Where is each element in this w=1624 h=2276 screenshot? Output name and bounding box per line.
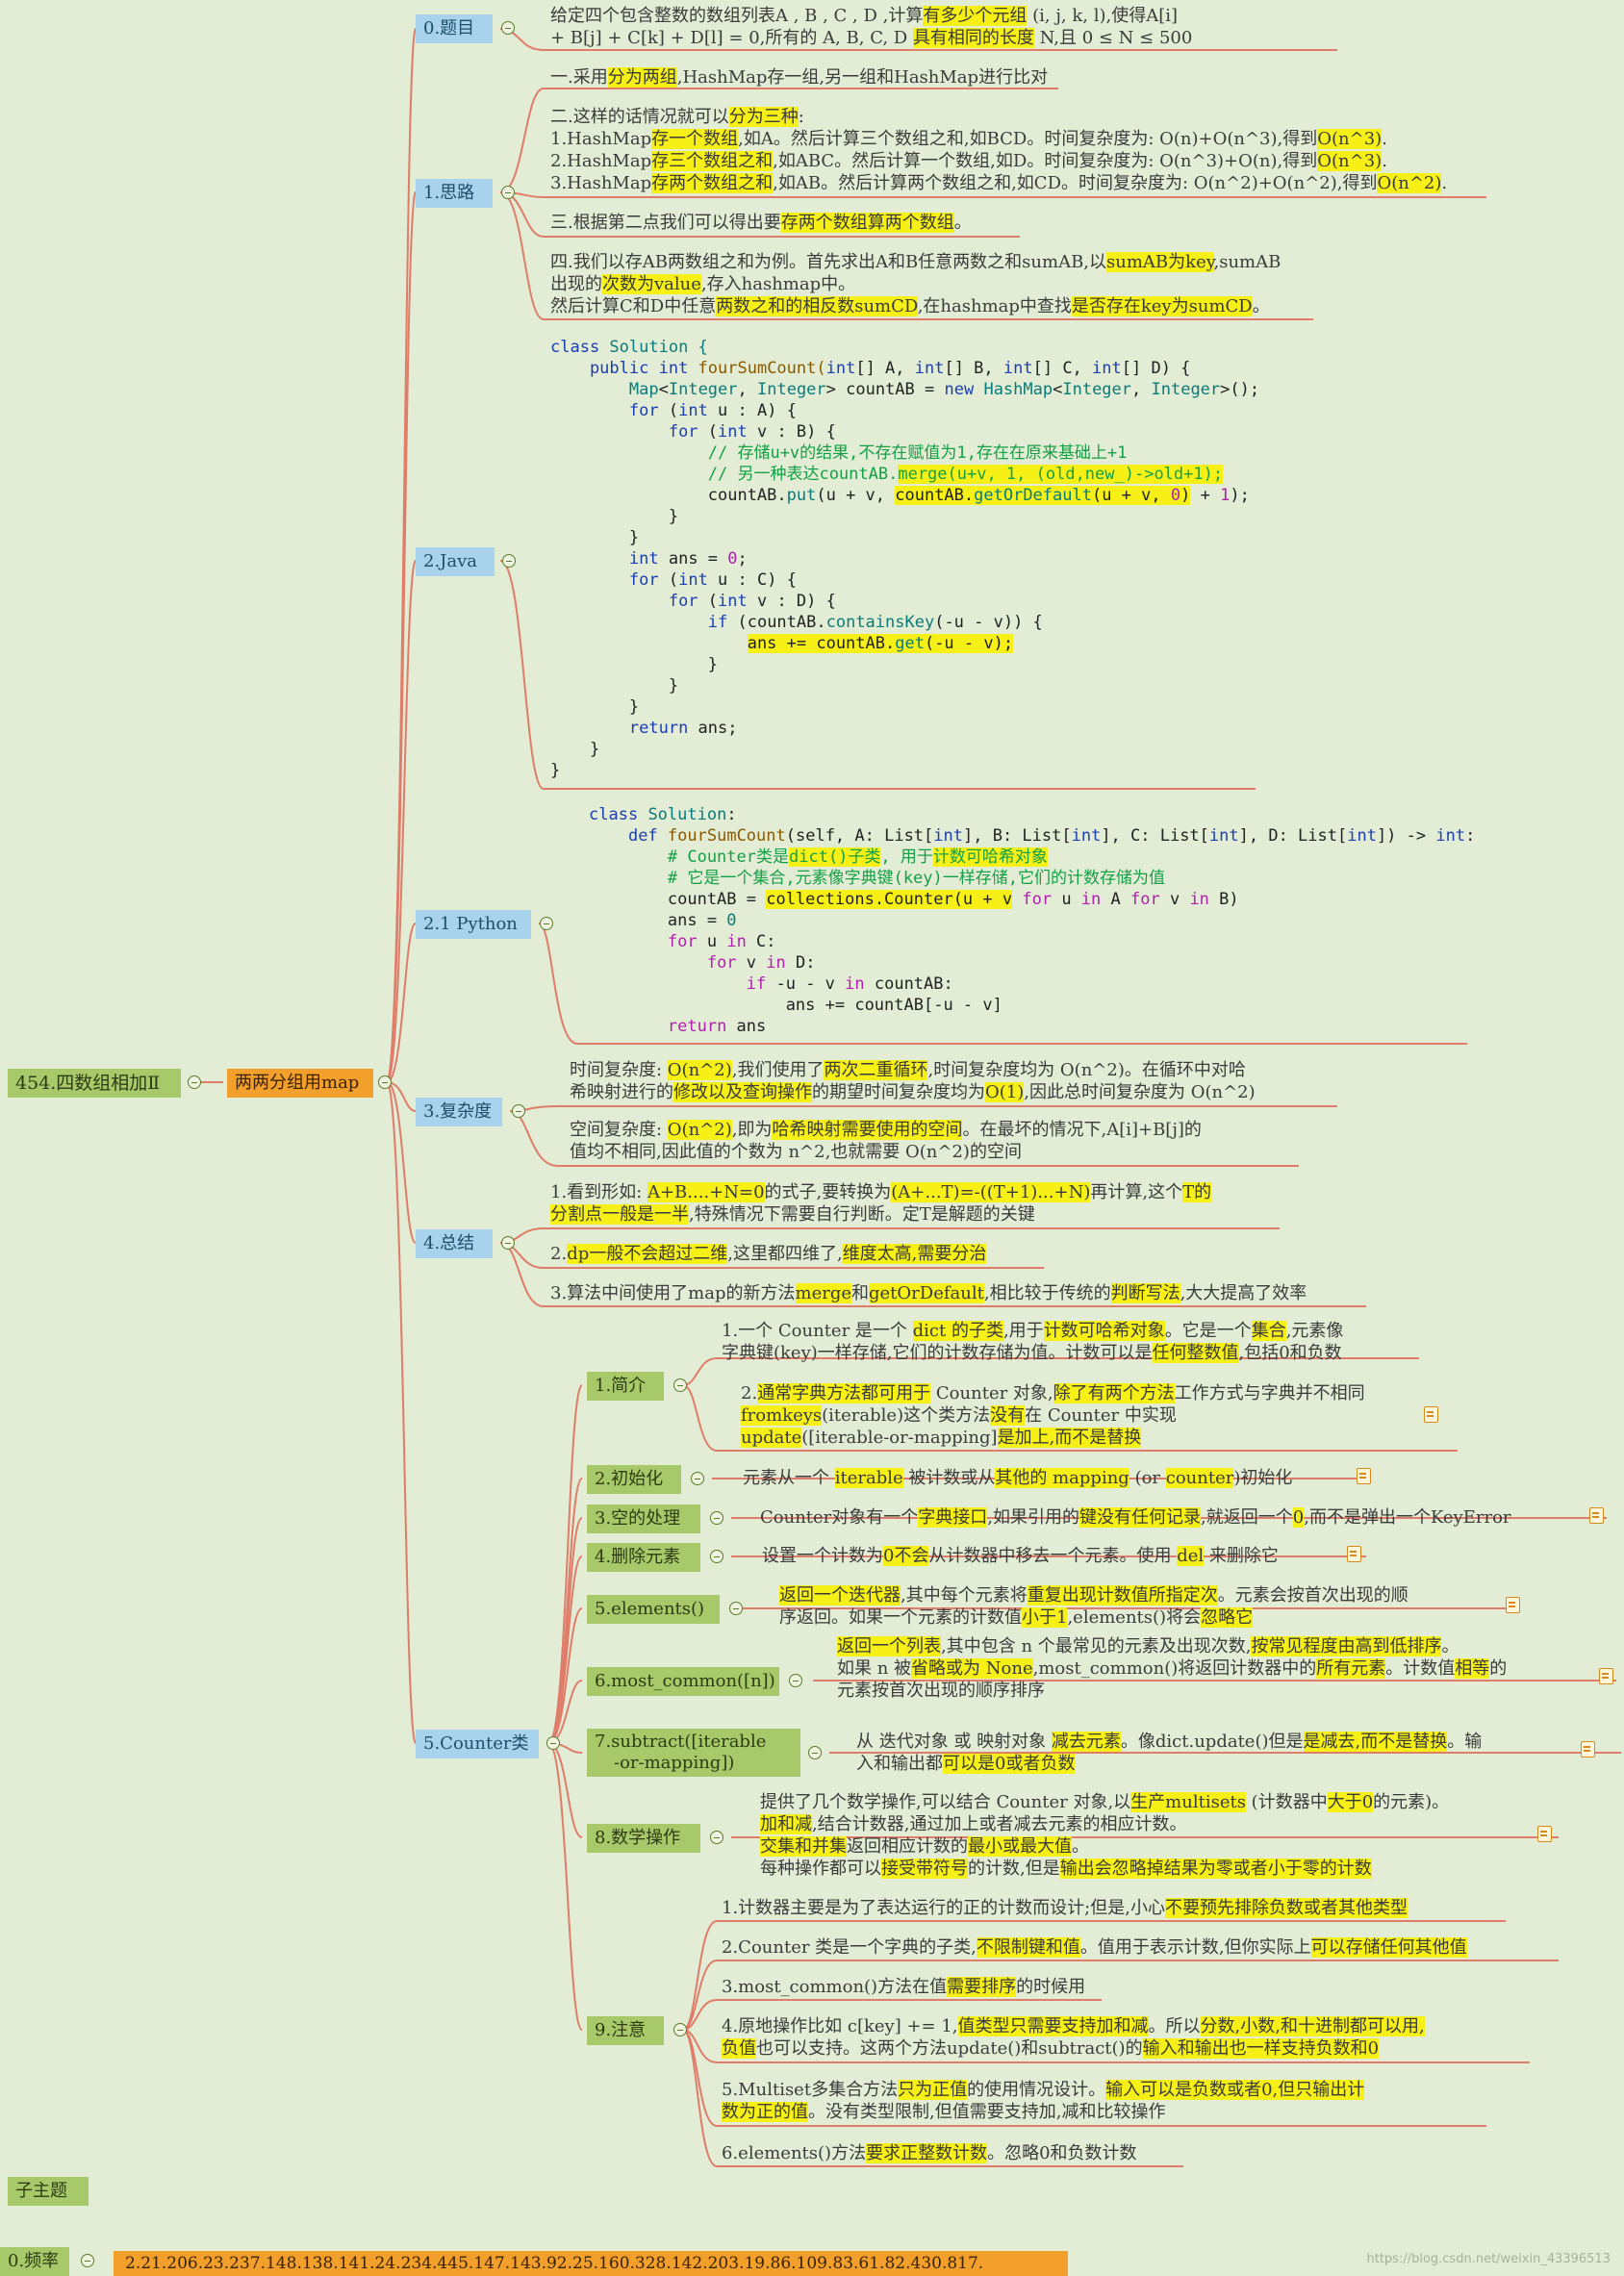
counter-intro-2-line-2: fromkeys(iterable)这个类方法没有在 Counter 中实现 (741, 1405, 1177, 1426)
counter-elements-line-1: 返回一个迭代器,其中每个元素将重复出现计数值所指定次。元素会按首次出现的顺 (779, 1585, 1408, 1606)
counter-note-4-line-1: 4.原地操作比如 c[key] += 1,值类型只需要支持加和减。所以分数,小数… (722, 2016, 1425, 2036)
collapse-icon[interactable] (378, 1075, 392, 1089)
idea-point-2-3: 3.HashMap存两个数组之和,如AB。然后计算两个数组之和,如CD。时间复杂… (550, 173, 1448, 193)
collapse-icon[interactable] (808, 1746, 822, 1759)
subtopic-node[interactable]: 子主题 (8, 2177, 89, 2206)
collapse-icon[interactable] (673, 2023, 687, 2036)
counter-math-line-1: 提供了几个数学操作,可以结合 Counter 对象,以生产multisets (… (760, 1792, 1450, 1812)
summary-point-3: 3.算法中间使用了map的新方法merge和getOrDefault,相比较于传… (550, 1283, 1307, 1303)
counter-delete-node[interactable]: 4.删除元素 (587, 1543, 700, 1572)
collapse-icon[interactable] (540, 917, 553, 930)
counter-most-common-node[interactable]: 6.most_common([n]) (587, 1667, 779, 1696)
idea-point-2-1: 1.HashMap存一个数组,如A。然后计算三个数组之和,如BCD。时间复杂度为… (550, 129, 1387, 149)
collapse-icon[interactable] (81, 2254, 94, 2267)
counter-init-node[interactable]: 2.初始化 (587, 1465, 681, 1494)
idea-point-3: 三.根据第二点我们可以得出要存两个数组算两个数组。 (550, 213, 972, 233)
space-complexity-line-1: 空间复杂度: O(n^2),即为哈希映射需要使用的空间。在最坏的情况下,A[i]… (570, 1120, 1202, 1140)
idea-point-1: 一.采用分为两组,HashMap存一组,另一组和HashMap进行比对 (550, 67, 1049, 88)
note-icon[interactable] (1357, 1468, 1371, 1484)
frequency-values: 2.21.206.23.237.148.138.141.24.234.445.1… (125, 2254, 984, 2273)
counter-intro-node[interactable]: 1.简介 (587, 1372, 664, 1401)
counter-notes-node[interactable]: 9.注意 (587, 2016, 664, 2045)
counter-most-common-line-2: 如果 n 被省略或为 None,most_common()将返回计数器中的所有元… (837, 1658, 1508, 1679)
note-icon[interactable] (1347, 1546, 1361, 1562)
counter-note-6: 6.elements()方法要求正整数计数。忽略0和负数计数 (722, 2143, 1137, 2163)
branch-title[interactable]: 0.题目 (416, 14, 493, 43)
counter-subtract-node[interactable]: 7.subtract([iterable -or-mapping]) (587, 1729, 800, 1777)
idea-point-4-line-1: 四.我们以存AB两数组之和为例。首先求出A和B任意两数之和sumAB,以sumA… (550, 252, 1281, 272)
counter-intro-1-line-2: 字典键(key)一样存储,它们的计数存储为值。计数可以是任何整数值,包括0和负数 (722, 1343, 1342, 1363)
counter-intro-2-line-1: 2.通常字典方法都可用于 Counter 对象,除了有两个方法工作方式与字典并不… (741, 1383, 1365, 1404)
counter-intro-1-line-1: 1.一个 Counter 是一个 dict 的子类,用于计数可哈希对象。它是一个… (722, 1321, 1344, 1341)
counter-math-line-3: 交集和并集返回相应计数的最小或最大值。 (760, 1836, 1089, 1857)
branch-complexity[interactable]: 3.复杂度 (416, 1098, 502, 1126)
counter-note-1: 1.计数器主要是为了表达运行的正的计数而设计;但是,小心不要预先排除负数或者其他… (722, 1898, 1408, 1918)
collapse-icon[interactable] (512, 1104, 525, 1118)
summary-point-2: 2.dp一般不会超过二维,这里都四维了,维度太高,需要分治 (550, 1244, 987, 1264)
counter-note-2: 2.Counter 类是一个字典的子类,不限制键和值。值用于表示计数,但你实际上… (722, 1937, 1467, 1958)
hub-topic[interactable]: 两两分组用map (227, 1069, 373, 1098)
idea-point-4-line-2: 出现的次数为value,存入hashmap中。 (550, 274, 856, 294)
counter-elements-line-2: 序返回。如果一个元素的计数值小于1,elements()将会忽略它 (779, 1607, 1254, 1628)
summary-point-1-line-2: 分割点一般是一半,特殊情况下需要自行判断。定T是解题的关键 (550, 1204, 1035, 1225)
branch-counter[interactable]: 5.Counter类 (416, 1730, 539, 1758)
note-icon[interactable] (1506, 1597, 1520, 1613)
collapse-icon[interactable] (710, 1831, 723, 1844)
collapse-icon[interactable] (501, 186, 515, 199)
space-complexity-line-2: 值均不相同,因此值的个数为 n^2,也就需要 O(n^2)的空间 (570, 1142, 1022, 1162)
python-code-block: class Solution: def fourSumCount(self, A… (589, 805, 1476, 1036)
counter-intro-2-line-3: update([iterable-or-mapping]是加上,而不是替换 (741, 1428, 1142, 1448)
root-topic[interactable]: 454.四数组相加Ⅱ (8, 1069, 181, 1098)
branch-java[interactable]: 2.Java (416, 547, 495, 576)
counter-elements-node[interactable]: 5.elements() (587, 1595, 720, 1624)
collapse-icon[interactable] (188, 1075, 201, 1089)
counter-note-3: 3.most_common()方法在值需要排序的时候用 (722, 1977, 1086, 1997)
counter-math-line-2: 加和减,结合计数器,通过加上或者减去元素的相应计数。 (760, 1814, 1187, 1834)
counter-subtract-line-2: 入和输出都可以是0或者负数 (856, 1754, 1076, 1774)
title-line-2: + B[j] + C[k] + D[l] = 0,所有的 A, B, C, D … (550, 28, 1193, 48)
idea-point-2: 二.这样的话情况就可以分为三种: (550, 107, 804, 127)
counter-init-text: 元素从一个 iterable 被计数或从其他的 mapping (or coun… (743, 1468, 1293, 1488)
counter-missing-node[interactable]: 3.空的处理 (587, 1505, 700, 1533)
counter-missing-text: Counter对象有一个字典接口,如果引用的键没有任何记录,就返回一个0,而不是… (760, 1507, 1511, 1528)
collapse-icon[interactable] (691, 1472, 704, 1485)
collapse-icon[interactable] (502, 554, 516, 568)
collapse-icon[interactable] (710, 1511, 723, 1525)
frequency-node[interactable]: 0.频率 (0, 2247, 69, 2276)
note-icon[interactable] (1537, 1826, 1552, 1842)
counter-most-common-line-3: 元素按首次出现的顺序排序 (837, 1681, 1045, 1701)
summary-point-1-line-1: 1.看到形如: A+B....+N=0的式子,要转换为(A+...T)=-((T… (550, 1182, 1212, 1202)
branch-idea[interactable]: 1.思路 (416, 179, 493, 208)
time-complexity-line-2: 希映射进行的修改以及查询操作的期望时间复杂度均为O(1),因此总时间复杂度为 O… (570, 1082, 1256, 1102)
branch-summary[interactable]: 4.总结 (416, 1229, 493, 1258)
counter-delete-text: 设置一个计数为0不会从计数器中移去一个元素。使用 del 来删除它 (762, 1546, 1279, 1566)
collapse-icon[interactable] (710, 1550, 723, 1563)
time-complexity-line-1: 时间复杂度: O(n^2),我们使用了两次二重循环,时间复杂度均为 O(n^2)… (570, 1060, 1246, 1080)
counter-note-5-line-1: 5.Multiset多集合方法只为正值的使用情况设计。输入可以是负数或者0,但只… (722, 2080, 1365, 2100)
idea-point-4-line-3: 然后计算C和D中任意两数之和的相反数sumCD,在hashmap中查找是否存在k… (550, 296, 1270, 316)
note-icon[interactable] (1581, 1741, 1595, 1758)
java-code-block: class Solution { public int fourSumCount… (550, 338, 1260, 780)
collapse-icon[interactable] (546, 1736, 560, 1750)
mind-map: 454.四数组相加Ⅱ 两两分组用map 0.题目 1.思路 2.Java 2.1… (0, 0, 1624, 2276)
collapse-icon[interactable] (729, 1602, 743, 1615)
collapse-icon[interactable] (789, 1674, 802, 1687)
counter-subtract-line-1: 从 迭代对象 或 映射对象 减去元素。像dict.update()但是是减去,而… (856, 1732, 1483, 1752)
watermark: https://blog.csdn.net/weixin_43396513 (1366, 2252, 1611, 2266)
counter-most-common-line-1: 返回一个列表,其中包含 n 个最常见的元素及出现次数,按常见程度由高到低排序。 (837, 1636, 1459, 1656)
collapse-icon[interactable] (673, 1378, 687, 1392)
counter-note-5-line-2: 数为正的值。没有类型限制,但值需要支持加,减和比较操作 (722, 2102, 1166, 2122)
title-line-1: 给定四个包含整数的数组列表A , B , C , D ,计算有多少个元组 (i,… (550, 6, 1178, 26)
collapse-icon[interactable] (501, 1236, 515, 1250)
note-icon[interactable] (1589, 1507, 1604, 1524)
counter-math-line-4: 每种操作都可以接受带符号的计数,但是输出会忽略掉结果为零或者小于零的计数 (760, 1859, 1372, 1879)
idea-point-2-2: 2.HashMap存三个数组之和,如ABC。然后计算一个数组,如D。时间复杂度为… (550, 151, 1387, 171)
counter-note-4-line-2: 负值也可以支持。这两个方法update()和subtract()的输入和输出也一… (722, 2038, 1380, 2059)
collapse-icon[interactable] (501, 21, 515, 35)
branch-python[interactable]: 2.1 Python (416, 910, 531, 939)
note-icon[interactable] (1424, 1406, 1438, 1423)
note-icon[interactable] (1599, 1668, 1613, 1684)
counter-math-node[interactable]: 8.数学操作 (587, 1824, 700, 1853)
